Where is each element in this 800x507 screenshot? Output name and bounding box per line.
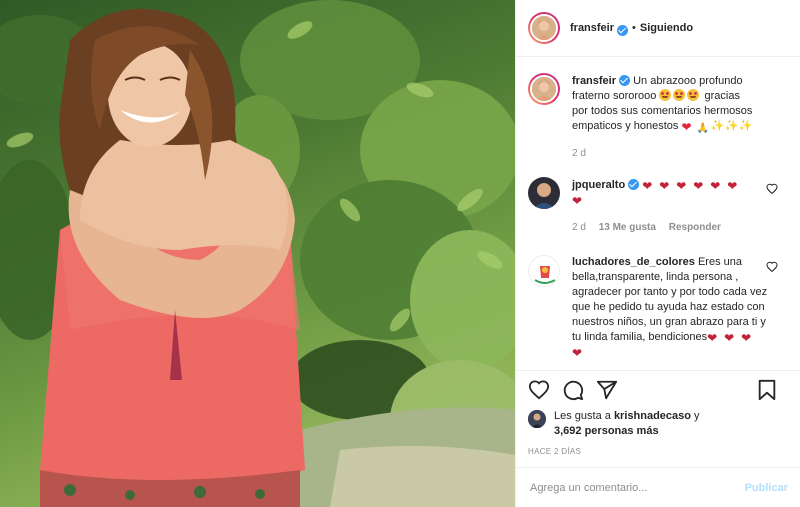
comment-likes[interactable]: 13 Me gusta — [599, 222, 656, 233]
star-eyes-emoji-icon — [687, 89, 700, 101]
header-avatar[interactable] — [528, 12, 560, 44]
caption-username[interactable]: fransfeir — [572, 75, 616, 87]
sparkle-emoji-icon — [724, 118, 738, 133]
heart-emoji-icon — [572, 346, 587, 358]
comment-icon[interactable] — [562, 379, 584, 401]
star-eyes-emoji-icon — [659, 89, 672, 101]
star-eyes-emoji-icon — [673, 89, 686, 101]
heart-emoji-icon — [659, 179, 674, 191]
verified-badge-icon — [617, 24, 629, 36]
caption-text-4: empaticos y honestos — [572, 120, 679, 132]
heart-emoji-icon — [707, 331, 722, 343]
add-comment-bar: Agrega un comentario... Publicar — [516, 467, 800, 507]
sparkle-emoji-icon — [710, 118, 724, 133]
following-button[interactable]: Siguiendo — [640, 22, 693, 34]
photo-image — [0, 0, 515, 507]
heart-emoji-icon — [693, 179, 708, 191]
comment-avatar[interactable] — [528, 177, 560, 209]
post-actions: Les gusta a krishnadecaso y 3,692 person… — [516, 370, 800, 507]
share-icon[interactable] — [596, 379, 618, 401]
comment-username[interactable]: jpqueralto — [572, 179, 625, 191]
bookmark-icon[interactable] — [756, 379, 778, 401]
caption: fransfeir Un abrazooo profundo fraterno … — [528, 73, 788, 161]
heart-emoji-icon — [642, 179, 657, 191]
heart-emoji-icon — [724, 331, 739, 343]
comment-like-icon[interactable] — [766, 183, 778, 195]
heart-emoji-icon — [572, 194, 587, 206]
verified-badge-icon — [619, 75, 631, 86]
likes-conj: y — [694, 410, 700, 422]
caption-text-3: por todos sus comentarios hermosos — [572, 105, 753, 117]
likes-summary: Les gusta a krishnadecaso y 3,692 person… — [516, 409, 800, 439]
caption-text-1: Un abrazooo profundo — [633, 75, 743, 87]
heart-emoji-icon — [681, 121, 694, 133]
post-header: fransfeir • Siguiendo — [516, 0, 800, 57]
post-date[interactable]: HACE 2 DÍAS — [516, 447, 800, 456]
comment-input[interactable]: Agrega un comentario... — [530, 482, 647, 494]
heart-emoji-icon — [710, 179, 725, 191]
reply-button[interactable]: Responder — [669, 222, 721, 233]
comments-list[interactable]: fransfeir Un abrazooo profundo fraterno … — [516, 58, 800, 370]
comment-item: luchadores_de_colores Eres una bella,tra… — [528, 255, 788, 360]
caption-time[interactable]: 2 d — [572, 148, 586, 159]
caption-avatar[interactable] — [528, 73, 560, 105]
likes-count[interactable]: 3,692 personas más — [554, 425, 659, 437]
caption-text-2b: gracias — [704, 90, 740, 102]
verified-badge-icon — [628, 179, 640, 190]
heart-emoji-icon — [676, 179, 691, 191]
post-photo[interactable] — [0, 0, 515, 507]
comment-item: jpqueralto 2 d 13 Me gusta Responder — [528, 177, 788, 235]
publish-button[interactable]: Publicar — [745, 482, 788, 494]
comment-username[interactable]: luchadores_de_colores — [572, 256, 695, 268]
heart-emoji-icon — [727, 179, 742, 191]
pray-emoji-icon — [696, 121, 708, 133]
comment-text: Eres una bella,transparente, linda perso… — [572, 256, 768, 343]
action-icons — [516, 371, 800, 409]
header-separator: • — [632, 22, 636, 34]
post-side-panel: fransfeir • Siguiendo fransfeir Un abraz… — [515, 0, 800, 507]
sparkle-emoji-icon — [738, 118, 752, 133]
comment-time[interactable]: 2 d — [572, 222, 586, 233]
liker-username[interactable]: krishnadecaso — [614, 410, 691, 422]
heart-icon[interactable] — [528, 379, 550, 401]
caption-text-2: fraterno sororooo — [572, 90, 657, 102]
heart-emoji-icon — [741, 331, 756, 343]
liker-avatar[interactable] — [528, 410, 546, 428]
comment-like-icon[interactable] — [766, 261, 778, 273]
comment-avatar[interactable] — [528, 255, 560, 287]
likes-prefix: Les gusta a — [554, 410, 611, 422]
header-username[interactable]: fransfeir — [570, 22, 614, 34]
